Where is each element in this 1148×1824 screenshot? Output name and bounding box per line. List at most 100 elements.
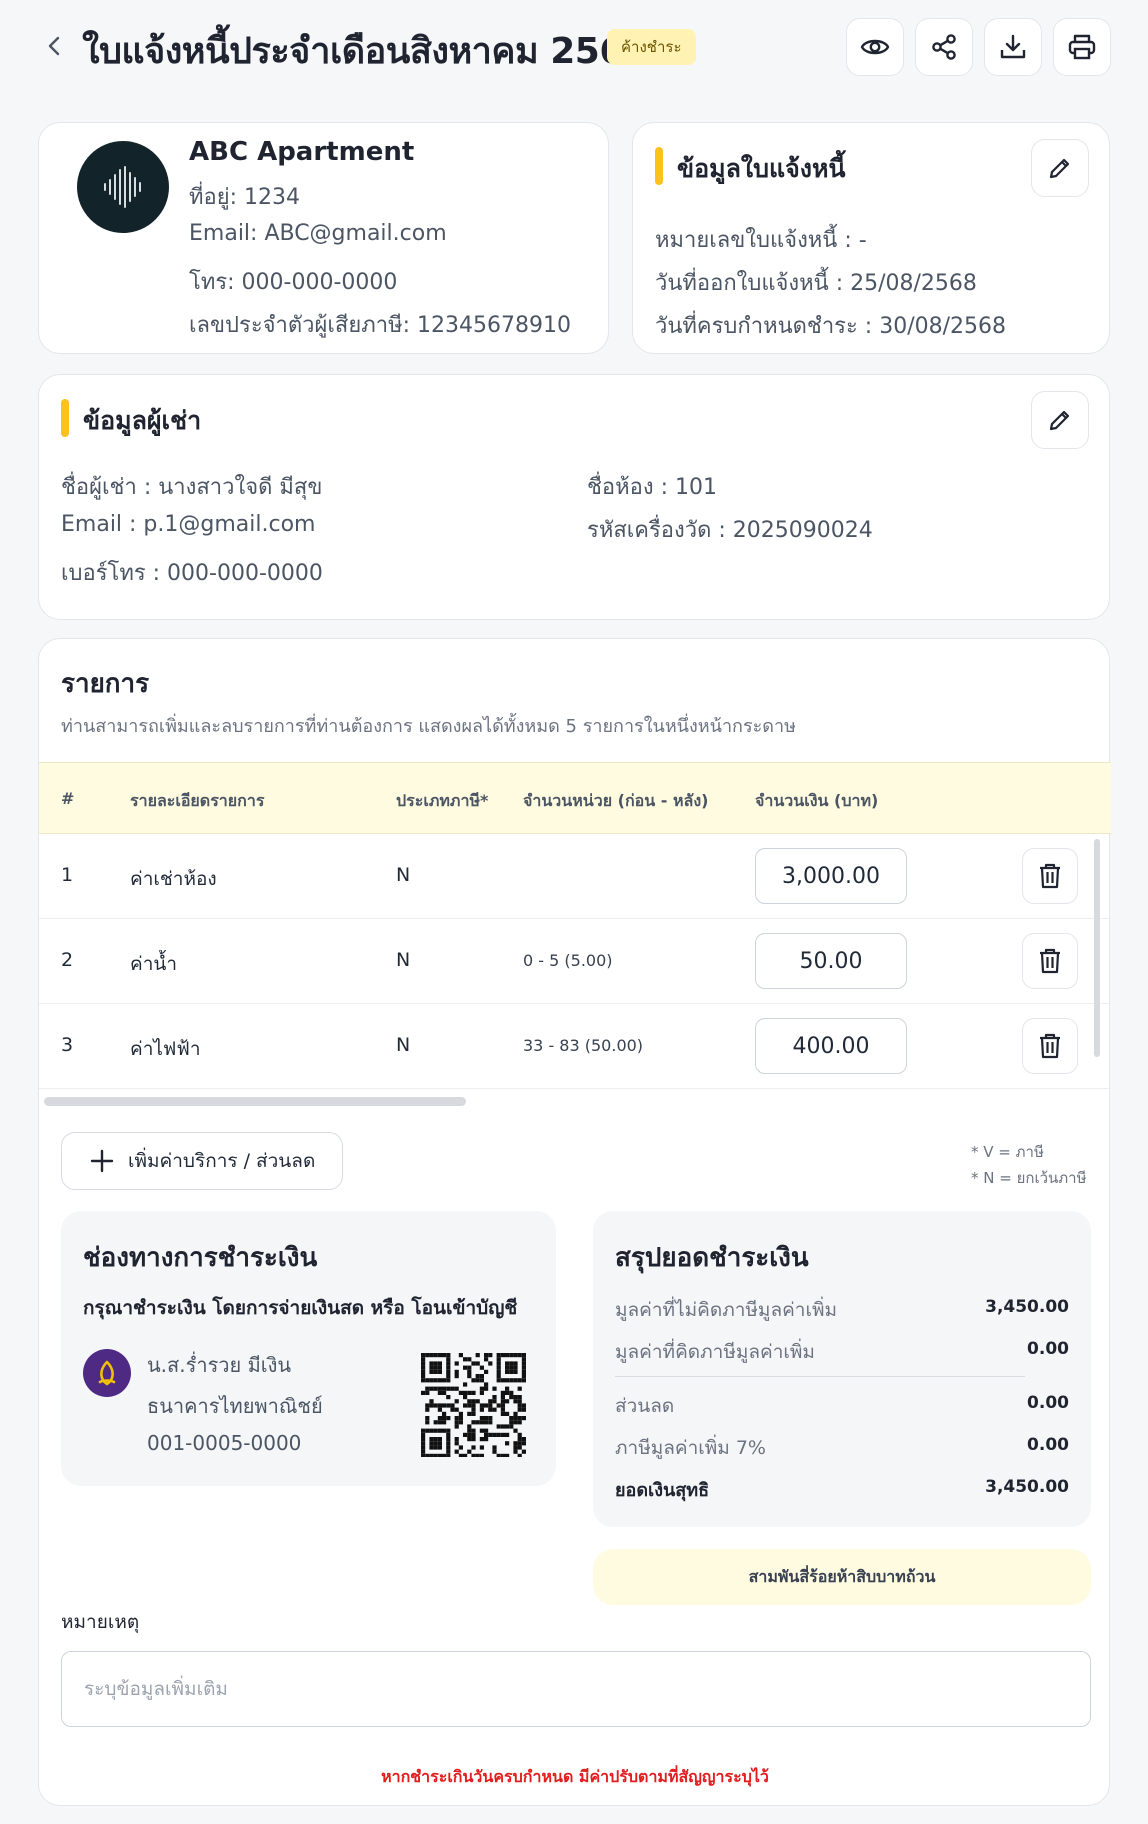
print-button[interactable] [1053,18,1111,76]
row-tax-type: N [396,864,411,886]
items-card: รายการ ท่านสามารถเพิ่มและลบรายการที่ท่าน… [38,638,1111,1806]
company-phone: โทร: 000-000-0000 [189,270,398,295]
tenant-meter-id: รหัสเครื่องวัด : 2025090024 [587,518,873,543]
row-number: 3 [61,1034,74,1056]
invoice-due-date: วันที่ครบกำหนดชำระ : 30/08/2568 [655,314,1007,339]
edit-tenant-button[interactable] [1031,391,1089,449]
table-row: 2 ค่าน้ำ N 0 - 5 (5.00) [39,919,1111,1004]
row-description: ค่าเช่าห้อง [130,868,217,890]
summary-divider [615,1376,1025,1377]
non-vat-label: มูลค่าที่ไม่คิดภาษีมูลค่าเพิ่ม [615,1299,838,1321]
summary-panel: สรุปยอดชำระเงิน มูลค่าที่ไม่คิดภาษีมูลค่… [593,1211,1091,1527]
trash-icon [1040,948,1060,974]
company-card: ABC Apartment ที่อยู่: 1234 Email: ABC@g… [38,122,609,354]
vat-base-label: มูลค่าที่คิดภาษีมูลค่าเพิ่ม [615,1341,815,1363]
pencil-icon [1049,158,1070,179]
row-units: 33 - 83 (50.00) [523,1036,644,1055]
discount-value: 0.00 [1027,1393,1069,1413]
row-number: 2 [61,949,74,971]
horizontal-scrollbar[interactable] [44,1097,466,1106]
tenant-card: ข้อมูลผู้เช่า ชื่อผู้เช่า : นางสาวใจดี ม… [38,374,1110,620]
trash-icon [1040,863,1060,889]
invoice-issue-date: วันที่ออกใบแจ้งหนี้ : 25/08/2568 [655,271,977,296]
invoice-number: หมายเลขใบแจ้งหนี้ : - [655,228,867,253]
status-badge: ค้างชำระ [607,29,696,65]
table-row: 1 ค่าเช่าห้อง N [39,834,1111,919]
payment-description: กรุณาชำระเงิน โดยการจ่ายเงินสด หรือ โอนเ… [83,1297,518,1319]
note-input[interactable] [61,1651,1091,1727]
section-accent-bar [655,147,663,185]
vertical-scrollbar[interactable] [1094,839,1100,1057]
delete-row-button[interactable] [1022,1018,1078,1074]
items-title: รายการ [61,669,150,699]
invoice-info-heading: ข้อมูลใบแจ้งหนี้ [677,154,846,183]
account-number: 001-0005-0000 [147,1431,302,1455]
tenant-heading: ข้อมูลผู้เช่า [83,406,202,435]
column-header: ประเภทภาษี* [396,791,489,810]
add-service-discount-label: เพิ่มค่าบริการ / ส่วนลด [128,1150,316,1172]
row-tax-type: N [396,949,411,971]
column-header: จำนวนหน่วย (ก่อน - หลัง) [523,791,709,810]
total-in-words: สามพันสี่ร้อยห้าสิบบาทถ้วน [593,1549,1091,1605]
soundwave-logo-icon [104,166,141,208]
amount-input[interactable] [755,848,907,904]
summary-title: สรุปยอดชำระเงิน [615,1243,809,1273]
account-name: น.ส.ร่ำรวย มีเงิน [147,1353,292,1377]
vat-base-value: 0.00 [1027,1339,1069,1359]
company-address: ที่อยู่: 1234 [189,185,300,210]
payment-title: ช่องทางการชำระเงิน [83,1243,318,1273]
row-description: ค่าไฟฟ้า [130,1038,201,1060]
net-total-value: 3,450.00 [985,1477,1069,1497]
vat-label: ภาษีมูลค่าเพิ่ม 7% [615,1437,766,1459]
bank-logo [83,1349,131,1397]
back-button[interactable] [40,28,68,64]
company-tax-id: เลขประจำตัวผู้เสียภาษี: 12345678910 [189,313,571,338]
payment-panel: ช่องทางการชำระเงิน กรุณาชำระเงิน โดยการจ… [61,1211,556,1486]
amount-input[interactable] [755,933,907,989]
row-number: 1 [61,864,74,886]
tax-legend-v: * V = ภาษี [971,1143,1044,1161]
tenant-room: ชื่อห้อง : 101 [587,475,717,500]
edit-invoice-info-button[interactable] [1031,139,1089,197]
discount-label: ส่วนลด [615,1395,675,1417]
tax-legend-n: * N = ยกเว้นภาษี [971,1169,1087,1187]
row-description: ค่าน้ำ [130,953,178,975]
preview-button[interactable] [846,18,904,76]
page-title: ใบแจ้งหนี้ประจำเดือนสิงหาคม 2568 [82,31,649,72]
share-icon [932,34,956,60]
delete-row-button[interactable] [1022,933,1078,989]
tenant-phone: เบอร์โทร : 000-000-0000 [61,561,323,586]
note-label: หมายเหตุ [61,1611,140,1633]
tenant-name: ชื่อผู้เช่า : นางสาวใจดี มีสุข [61,475,323,500]
column-header: จำนวนเงิน (บาท) [755,791,879,810]
plus-icon [90,1149,114,1173]
top-bar: ใบแจ้งหนี้ประจำเดือนสิงหาคม 2568 ค้างชำร… [0,0,1148,96]
items-subtitle: ท่านสามารถเพิ่มและลบรายการที่ท่านต้องการ… [61,716,796,737]
invoice-info-card: ข้อมูลใบแจ้งหนี้ หมายเลขใบแจ้งหนี้ : - ว… [632,122,1110,354]
company-email: Email: ABC@gmail.com [189,221,447,246]
pencil-icon [1049,410,1070,431]
scb-bank-icon [98,1360,116,1386]
net-total-label: ยอดเงินสุทธิ [615,1480,710,1501]
delete-row-button[interactable] [1022,848,1078,904]
row-tax-type: N [396,1034,411,1056]
download-button[interactable] [984,18,1042,76]
download-icon [1000,34,1026,59]
trash-icon [1040,1033,1060,1059]
add-service-discount-button[interactable]: เพิ่มค่าบริการ / ส่วนลด [61,1132,343,1190]
column-header: รายละเอียดรายการ [130,791,265,810]
section-accent-bar [61,399,69,437]
tenant-email: Email : p.1@gmail.com [61,512,316,537]
share-button[interactable] [915,18,973,76]
vat-value: 0.00 [1027,1435,1069,1455]
bank-name: ธนาคารไทยพาณิชย์ [147,1394,323,1418]
column-header: # [61,789,75,808]
printer-icon [1068,34,1096,60]
company-name: ABC Apartment [189,137,415,167]
qr-code [421,1353,526,1457]
chevron-left-icon [48,36,60,56]
row-units: 0 - 5 (5.00) [523,951,613,970]
amount-input[interactable] [755,1018,907,1074]
non-vat-value: 3,450.00 [985,1297,1069,1317]
late-penalty-notice: หากชำระเกินวันครบกำหนด มีค่าปรับตามที่สั… [381,1767,769,1786]
